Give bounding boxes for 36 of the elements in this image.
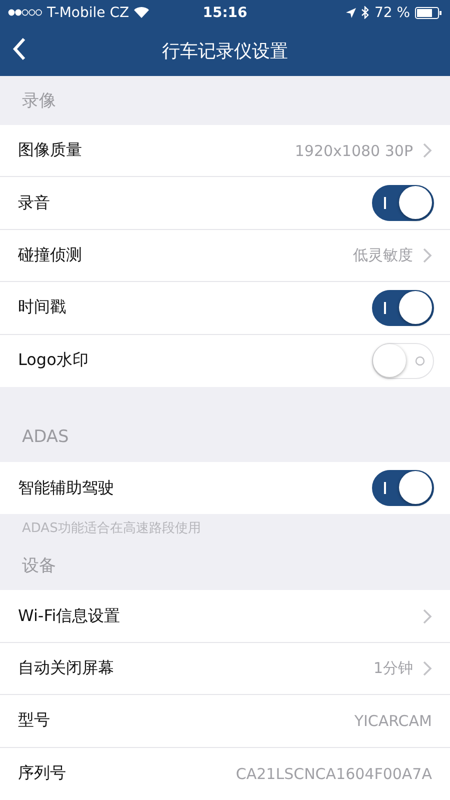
row-label: 自动关闭屏幕 [18, 658, 115, 679]
status-time: 15:16 [202, 4, 248, 20]
row-label: 碰撞侦测 [18, 244, 83, 266]
row-value: 1920x1080 30P [294, 142, 413, 160]
nav-title: 行车记录仪设置 [162, 40, 288, 62]
signal-icon [8, 9, 42, 16]
off-mark-icon [415, 356, 425, 366]
carrier-name: T-Mobile CZ [47, 4, 130, 20]
section-note: ADAS功能适合在高速路段使用 [21, 520, 202, 538]
row-label: Wi-Fi信息设置 [18, 606, 122, 627]
toggle-switch[interactable] [372, 185, 434, 222]
location-arrow-icon [346, 8, 356, 18]
row-label: 时间戳 [18, 297, 67, 318]
row-value: 低灵敏度 [353, 246, 413, 265]
row-value: CA21LSCNCA1604F00A7A [236, 764, 432, 783]
row-label: Logo水印 [18, 350, 90, 372]
battery-icon [415, 6, 442, 18]
section-header: 设备 [21, 555, 57, 578]
on-mark-icon [384, 302, 387, 314]
on-mark-icon [384, 482, 387, 494]
bluetooth-icon [361, 6, 370, 19]
section-header: 录像 [21, 90, 57, 113]
row-label: 图像质量 [18, 140, 83, 162]
row-label: 序列号 [18, 763, 67, 784]
wifi-icon [134, 7, 150, 18]
row-value: YICARCAM [354, 712, 432, 730]
back-button[interactable] [12, 37, 26, 61]
row-value: 1分钟 [373, 658, 413, 678]
row-label: 型号 [18, 710, 51, 732]
toggle-switch[interactable] [372, 290, 434, 326]
toggle-switch[interactable] [372, 470, 434, 506]
on-mark-icon [384, 197, 387, 210]
row-label: 智能辅助驾驶 [18, 478, 115, 499]
row-label: 录音 [18, 192, 51, 214]
battery-percent: 72 % [374, 4, 410, 20]
section-header: ADAS [21, 426, 70, 450]
